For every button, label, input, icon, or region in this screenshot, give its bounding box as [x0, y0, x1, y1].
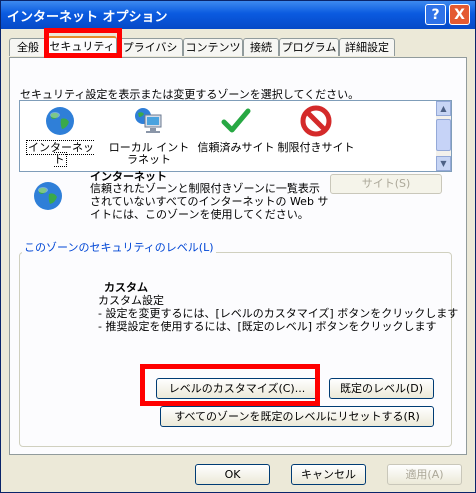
sites-button[interactable]: サイト(S) [330, 174, 442, 194]
tab-privacy[interactable]: プライバシー [117, 38, 183, 71]
zone-internet[interactable]: インターネット [26, 105, 94, 167]
checkmark-icon [221, 108, 251, 133]
custom-line: - 設定を変更するには、[レベルのカスタマイズ] ボタンをクリックします [98, 307, 459, 320]
zone-restricted-sites[interactable]: 制限付きサイト [274, 105, 358, 154]
tab-programs[interactable]: プログラム [279, 38, 339, 56]
tab-general[interactable]: 全般 [9, 38, 47, 56]
custom-level-title: カスタム [104, 281, 148, 294]
zone-label: 信頼済みサイト [197, 141, 275, 154]
security-level-group-title: このゾーンのセキュリティのレベル(L) [22, 239, 216, 255]
zone-list-scrollbar[interactable]: ▲ ▼ [436, 101, 451, 171]
customize-level-button[interactable]: レベルのカスタマイズ(C)... [156, 378, 318, 399]
title-bar[interactable]: インターネット オプション ? X [1, 1, 475, 29]
security-panel: セキュリティ設定を表示または変更するゾーンを選択してください。 インターネット [9, 57, 467, 455]
custom-level-description: カスタム設定 - 設定を変更するには、[レベルのカスタマイズ] ボタンをクリック… [98, 294, 458, 333]
scroll-thumb[interactable] [436, 119, 451, 151]
zone-local-intranet[interactable]: ローカル イントラネット [106, 105, 192, 166]
ok-button[interactable]: OK [195, 464, 270, 485]
globe-icon [46, 107, 74, 135]
tab-content[interactable]: コンテンツ [183, 38, 243, 56]
scroll-down-icon[interactable]: ▼ [436, 156, 451, 171]
zone-list[interactable]: インターネット ローカル イントラネット 信頼済みサイト 制限付きサイト ▲ ▼ [19, 100, 452, 172]
tab-security[interactable]: セキュリティ [47, 36, 117, 58]
default-level-button[interactable]: 既定のレベル(D) [329, 378, 434, 399]
tab-advanced[interactable]: 詳細設定 [339, 38, 395, 56]
no-entry-icon [300, 105, 332, 137]
internet-options-dialog: インターネット オプション ? X 全般 セキュリティ プライバシー コンテンツ… [0, 0, 476, 493]
scroll-up-icon[interactable]: ▲ [436, 101, 451, 116]
close-button[interactable]: X [449, 4, 470, 25]
zone-trusted-sites[interactable]: 信頼済みサイト [194, 105, 278, 154]
apply-button[interactable]: 適用(A) [387, 464, 462, 485]
zone-label: ローカル イントラネット [108, 141, 190, 166]
custom-line: - 推奨設定を使用するには、[既定のレベル] ボタンをクリックします [98, 320, 437, 333]
tab-connections[interactable]: 接続 [243, 38, 279, 56]
computer-globe-icon [135, 108, 162, 133]
selected-zone-description: 信頼されたゾーンと制限付きゾーンに一覧表示されていないすべてのインターネットの … [90, 182, 329, 221]
tab-strip: 全般 セキュリティ プライバシー コンテンツ 接続 プログラム 詳細設定 [9, 36, 469, 71]
globe-icon [34, 182, 62, 210]
custom-line: カスタム設定 [98, 294, 164, 307]
zone-label: 制限付きサイト [277, 141, 355, 154]
window-title: インターネット オプション [7, 10, 168, 25]
reset-all-zones-button[interactable]: すべてのゾーンを既定のレベルにリセットする(R) [160, 406, 434, 427]
zone-label: インターネット [26, 140, 94, 167]
help-button[interactable]: ? [425, 4, 446, 25]
cancel-button[interactable]: キャンセル [291, 464, 366, 485]
